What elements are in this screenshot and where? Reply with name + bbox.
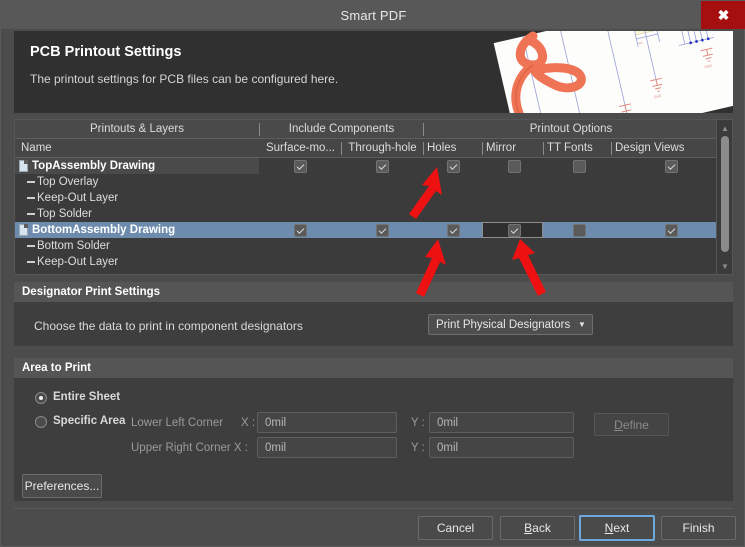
checkbox-tt-fonts[interactable] — [573, 160, 586, 173]
scroll-down-icon[interactable]: ▼ — [719, 260, 731, 272]
lower-left-corner-label: Lower Left Corner — [131, 417, 224, 429]
finish-button[interactable]: Finish — [661, 516, 736, 540]
designator-mode-dropdown[interactable]: Print Physical Designators ▼ — [428, 314, 593, 335]
title-bar: Smart PDF ✖ — [1, 1, 745, 29]
group-header-printout-options[interactable]: Printout Options — [424, 120, 718, 138]
footer-divider — [14, 508, 733, 509]
table-row[interactable]: Bottom Solder — [15, 238, 718, 254]
printouts-layers-grid[interactable]: Printouts & Layers Include Components Pr… — [14, 119, 733, 275]
window-title: Smart PDF — [340, 7, 407, 23]
chevron-down-icon: ▼ — [578, 320, 586, 329]
radio-specific-area[interactable] — [35, 416, 47, 428]
banner-artwork-pdf-ribbon: GND GND GND NET0422 R1 — [493, 31, 733, 113]
checkbox-through-hole[interactable] — [376, 224, 389, 237]
row-label: TopAssembly Drawing — [32, 160, 156, 172]
lower-left-y-label: Y : — [411, 417, 425, 429]
section-header-area-to-print: Area to Print — [14, 358, 733, 378]
page-title: PCB Printout Settings — [30, 44, 182, 60]
table-row[interactable]: TopAssembly Drawing — [15, 158, 718, 174]
section-header-designator-print-settings: Designator Print Settings — [14, 282, 733, 302]
radio-specific-area-label: Specific Area — [53, 415, 126, 427]
column-header-surface-mount[interactable]: Surface-mo... — [260, 139, 341, 157]
checkbox-design-views[interactable] — [665, 224, 678, 237]
checkbox-mirror[interactable] — [508, 160, 521, 173]
row-label: Keep-Out Layer — [37, 192, 119, 204]
back-button[interactable]: Back — [500, 516, 575, 540]
checkbox-through-hole[interactable] — [376, 160, 389, 173]
checkbox-design-views[interactable] — [665, 160, 678, 173]
scrollbar-thumb[interactable] — [721, 136, 729, 252]
column-header-tt-fonts[interactable]: TT Fonts — [547, 139, 611, 157]
next-button[interactable]: Next — [579, 515, 655, 541]
row-label: Top Solder — [37, 208, 92, 220]
header-separator — [423, 142, 424, 155]
checkbox-tt-fonts[interactable] — [573, 224, 586, 237]
page-subtitle: The printout settings for PCB files can … — [30, 72, 339, 86]
row-label: BottomAssembly Drawing — [32, 224, 176, 236]
checkbox-holes[interactable] — [447, 160, 460, 173]
checkbox-surface-mount[interactable] — [294, 224, 307, 237]
table-row-selected[interactable]: BottomAssembly Drawing — [15, 222, 718, 238]
cancel-button[interactable]: Cancel — [418, 516, 493, 540]
grid-column-header-row: Name Surface-mo... Through-hole Holes Mi… — [15, 139, 718, 158]
header-separator — [482, 142, 483, 155]
radio-entire-sheet-label: Entire Sheet — [53, 391, 121, 403]
table-row[interactable]: Keep-Out Layer — [15, 190, 718, 206]
checkbox-surface-mount[interactable] — [294, 160, 307, 173]
grid-body: TopAssembly Drawing Top Overlay Keep-Out… — [15, 158, 718, 274]
header-separator — [543, 142, 544, 155]
lower-left-y-input[interactable]: 0mil — [429, 412, 574, 433]
back-button-label: Back — [524, 521, 551, 535]
group-header-include-components[interactable]: Include Components — [260, 120, 423, 138]
radio-entire-sheet[interactable] — [35, 392, 47, 404]
table-row[interactable]: Keep-Out Layer — [15, 254, 718, 270]
lower-left-x-label: X : — [241, 417, 256, 429]
smart-pdf-dialog: Smart PDF ✖ PCB Printout Settings The pr… — [0, 0, 745, 547]
define-button[interactable]: Define — [594, 413, 669, 436]
upper-right-y-input[interactable]: 0mil — [429, 437, 574, 458]
upper-right-corner-label: Upper Right Corner X : — [131, 442, 248, 454]
checkbox-holes[interactable] — [447, 224, 460, 237]
table-row[interactable]: Top Solder — [15, 206, 718, 222]
column-header-name[interactable]: Name — [21, 139, 251, 157]
designator-prompt-label: Choose the data to print in component de… — [34, 319, 303, 333]
designator-mode-value: Print Physical Designators — [436, 318, 571, 331]
row-label: Top Overlay — [37, 176, 99, 188]
close-icon[interactable]: ✖ — [701, 1, 745, 29]
upper-right-x-input[interactable]: 0mil — [257, 437, 397, 458]
column-header-design-views[interactable]: Design Views — [615, 139, 715, 157]
define-button-label: Define — [614, 417, 649, 432]
row-label: Bottom Solder — [37, 240, 110, 252]
next-button-label: Next — [604, 521, 630, 535]
scroll-up-icon[interactable]: ▲ — [719, 122, 731, 134]
grid-vertical-scrollbar[interactable]: ▲ ▼ — [716, 120, 732, 274]
column-header-through-hole[interactable]: Through-hole — [342, 139, 423, 157]
table-row[interactable]: Top Overlay — [15, 174, 718, 190]
grid-group-header-row: Printouts & Layers Include Components Pr… — [15, 120, 718, 139]
header-separator — [611, 142, 612, 155]
column-header-holes[interactable]: Holes — [427, 139, 482, 157]
preferences-button[interactable]: Preferences... — [22, 474, 102, 498]
column-header-mirror[interactable]: Mirror — [486, 139, 543, 157]
upper-right-y-label: Y : — [411, 442, 425, 454]
group-header-printouts-layers[interactable]: Printouts & Layers — [15, 120, 259, 138]
checkbox-mirror[interactable] — [508, 224, 521, 237]
row-label: Keep-Out Layer — [37, 256, 119, 268]
lower-left-x-input[interactable]: 0mil — [257, 412, 397, 433]
header-banner: PCB Printout Settings The printout setti… — [14, 31, 733, 113]
